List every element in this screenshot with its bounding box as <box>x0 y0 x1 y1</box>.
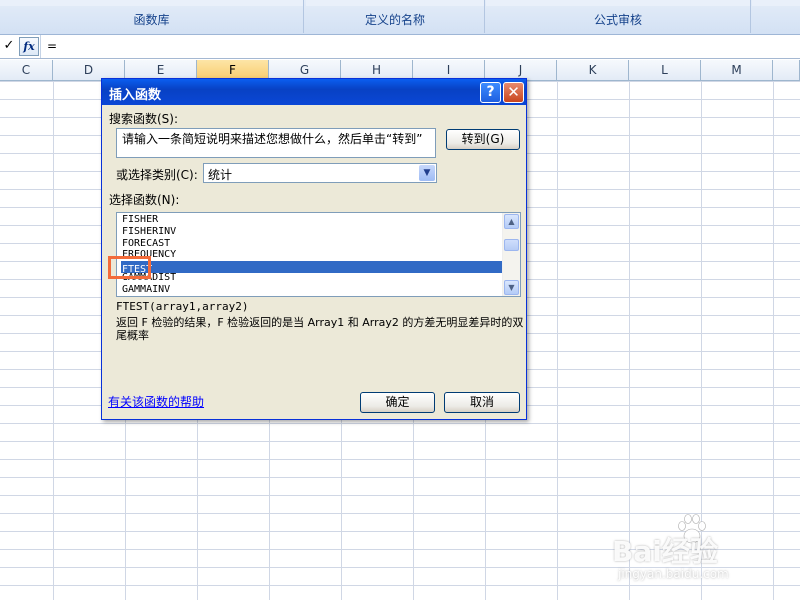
column-header[interactable]: M <box>701 60 773 80</box>
function-signature: FTEST(array1,array2) <box>116 300 249 313</box>
watermark: Bai经验 jingyan.baidu.com <box>612 512 792 592</box>
function-list[interactable]: FISHER FISHERINV FORECAST FREQUENCY FTES… <box>116 212 521 297</box>
ribbon-group-formula-auditing: 公式审核 <box>486 0 751 33</box>
column-header[interactable] <box>773 60 800 80</box>
column-header[interactable]: G <box>269 60 341 80</box>
formula-bar: ✓ fx = <box>0 35 800 59</box>
list-item-selected[interactable]: FTEST <box>121 261 502 275</box>
ribbon-group-top <box>486 0 750 6</box>
ribbon-group-top <box>0 0 303 6</box>
formula-input[interactable]: = <box>47 39 57 53</box>
column-header[interactable]: K <box>557 60 629 80</box>
close-icon[interactable]: ✕ <box>503 82 524 103</box>
ribbon-group-label: 定义的名称 <box>364 13 425 27</box>
list-item[interactable]: FISHER <box>122 214 158 226</box>
search-label: 搜索函数(S): <box>109 112 179 126</box>
column-header-selected[interactable]: F <box>197 60 269 80</box>
dialog-title: 插入函数 <box>109 88 162 103</box>
annotation-highlight-box <box>108 256 151 279</box>
column-header[interactable]: E <box>125 60 197 80</box>
watermark-brand: Bai经验 <box>612 535 718 568</box>
category-value: 统计 <box>208 168 233 182</box>
insert-function-button[interactable]: fx <box>19 37 39 56</box>
scroll-down-icon[interactable]: ▼ <box>504 280 519 295</box>
ribbon-group-function-library: 函数库 <box>0 0 304 33</box>
cancel-button[interactable]: 取消 <box>444 392 520 413</box>
function-list-label: 选择函数(N): <box>109 193 180 207</box>
list-item[interactable]: FISHERINV <box>122 226 176 238</box>
list-scrollbar[interactable]: ▲ ▼ <box>502 213 520 296</box>
ok-button[interactable]: 确定 <box>360 392 435 413</box>
ribbon-group-label: 函数库 <box>133 13 170 27</box>
insert-function-dialog: 插入函数 ? ✕ 搜索函数(S): 请输入一条简短说明来描述您想做什么，然后单击… <box>101 78 527 420</box>
ribbon-group-top <box>306 0 484 6</box>
column-header[interactable]: L <box>629 60 701 80</box>
column-header[interactable]: J <box>485 60 557 80</box>
chevron-down-icon[interactable]: ▼ <box>419 165 435 181</box>
ribbon-group-calculation <box>752 0 800 33</box>
watermark-url: jingyan.baidu.com <box>618 567 729 581</box>
help-icon[interactable]: ? <box>480 82 501 103</box>
search-input[interactable]: 请输入一条简短说明来描述您想做什么，然后单击“转到” <box>116 128 436 158</box>
ribbon-group-top <box>752 0 800 6</box>
function-help-link[interactable]: 有关该函数的帮助 <box>108 393 204 410</box>
column-header[interactable]: H <box>341 60 413 80</box>
column-header[interactable]: D <box>53 60 125 80</box>
check-icon[interactable]: ✓ <box>2 38 16 54</box>
category-label: 或选择类别(C): <box>116 168 198 182</box>
scroll-thumb[interactable] <box>504 239 519 251</box>
ribbon-group-defined-names: 定义的名称 <box>306 0 485 33</box>
function-description: 返回 F 检验的结果，F 检验返回的是当 Array1 和 Array2 的方差… <box>116 316 524 342</box>
category-select[interactable]: 统计 ▼ <box>203 163 437 183</box>
column-header[interactable]: C <box>0 60 53 80</box>
column-header[interactable]: I <box>413 60 485 80</box>
ribbon: 函数库 定义的名称 公式审核 <box>0 0 800 35</box>
ribbon-group-label: 公式审核 <box>593 13 642 27</box>
dialog-title-bar[interactable]: 插入函数 ? ✕ <box>102 79 526 105</box>
goto-button[interactable]: 转到(G) <box>446 129 520 150</box>
formula-bar-divider <box>40 35 41 58</box>
list-item[interactable]: GAMMAINV <box>122 284 170 296</box>
scroll-up-icon[interactable]: ▲ <box>504 214 519 229</box>
